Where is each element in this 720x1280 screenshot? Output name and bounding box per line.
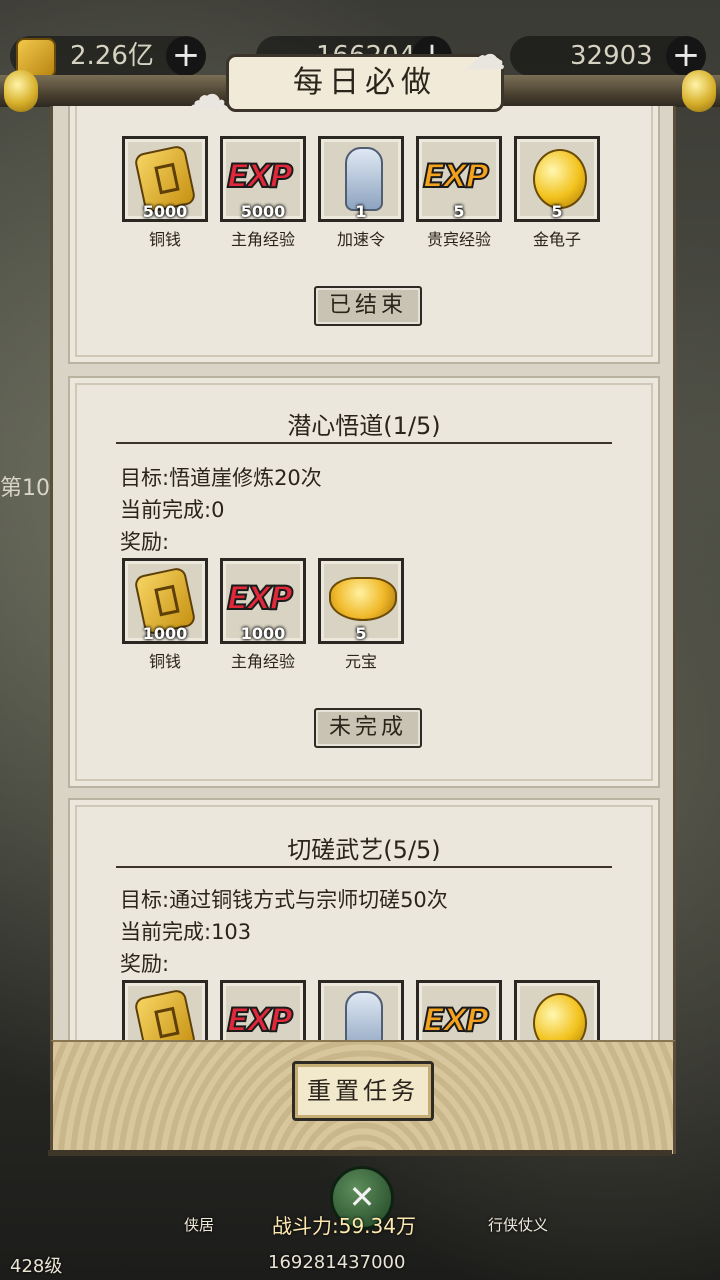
- reward-qty: 5000: [142, 202, 188, 221]
- task-card-2: 潜心悟道(1/5) 目标:悟道崖修炼20次 当前完成:0 奖励: 1000 铜钱…: [68, 376, 660, 788]
- chivalry-label[interactable]: 行侠仗义: [488, 1214, 548, 1235]
- reward-item[interactable]: 1 加速令: [318, 136, 404, 250]
- task-target: 目标:通过铜钱方式与宗师切磋50次: [120, 888, 448, 912]
- reward-name: 铜钱: [148, 652, 181, 671]
- task-title: 切磋武艺(5/5): [287, 836, 441, 864]
- reward-qty: 5: [355, 624, 367, 643]
- player-level: 428级: [10, 1256, 63, 1277]
- cloud-ornament-left: ☁: [186, 70, 228, 119]
- copper-resource: 2.26亿 +: [10, 36, 206, 78]
- panel-footer: 重置任务: [50, 1040, 676, 1154]
- exp-red-icon: EXP: [226, 156, 294, 196]
- exp-gold-icon: EXP: [422, 1000, 490, 1040]
- reward-item[interactable]: 5000 铜钱: [122, 136, 208, 250]
- home-label[interactable]: 侠居: [184, 1214, 214, 1235]
- ingot-amount: 32903: [570, 41, 653, 71]
- reward-qty: 5: [453, 202, 465, 221]
- reward-name: 金龟子: [532, 230, 581, 249]
- task-progress: 当前完成:103: [120, 920, 252, 944]
- golden-beetle-icon: [533, 149, 587, 209]
- reward-name: 主角经验: [230, 652, 295, 671]
- side-text: 第10: [0, 476, 50, 501]
- reward-label: 奖励:: [120, 530, 170, 554]
- reward-item[interactable]: 1000 铜钱: [122, 558, 208, 672]
- task-1-status-button[interactable]: 已结束: [314, 286, 422, 326]
- reward-qty: 1: [355, 202, 367, 221]
- ingot-icon: [329, 577, 397, 621]
- title-divider: [116, 442, 612, 444]
- reward-qty: 5: [551, 202, 563, 221]
- reward-qty: 5000: [240, 202, 286, 221]
- reward-item[interactable]: EXP 5000 主角经验: [220, 136, 306, 250]
- reward-name: 加速令: [336, 230, 385, 249]
- task-card-1: 5000 铜钱 EXP 5000 主角经验 1 加速令 EXP 5 贵宾经验 5…: [68, 106, 660, 364]
- exp-red-icon: EXP: [226, 1000, 294, 1040]
- title-divider: [116, 866, 612, 868]
- cloud-ornament-right: ☁: [464, 30, 506, 79]
- task-progress: 当前完成:0: [120, 498, 225, 522]
- combat-power: 战斗力:59.34万: [272, 1214, 416, 1238]
- exp-red-icon: EXP: [226, 578, 294, 618]
- reward-item[interactable]: EXP 1000 主角经验: [220, 558, 306, 672]
- reset-tasks-button[interactable]: 重置任务: [292, 1061, 434, 1121]
- reward-name: 元宝: [344, 652, 377, 671]
- reward-qty: 1000: [240, 624, 286, 643]
- reward-item[interactable]: 5 元宝: [318, 558, 404, 672]
- reward-qty: 1000: [142, 624, 188, 643]
- task-title: 潜心悟道(1/5): [287, 412, 441, 440]
- reward-name: 贵宾经验: [426, 230, 491, 249]
- score-value: 169281437000: [268, 1252, 406, 1273]
- task-2-status-button[interactable]: 未完成: [314, 708, 422, 748]
- rod-cap-left: [4, 70, 38, 112]
- exp-gold-icon: EXP: [422, 156, 490, 196]
- window-title: 每日必做: [226, 54, 504, 112]
- reward-name: 铜钱: [148, 230, 181, 249]
- task-target: 目标:悟道崖修炼20次: [120, 466, 322, 490]
- reward-item[interactable]: 5 金龟子: [514, 136, 600, 250]
- daily-tasks-panel[interactable]: 5000 铜钱 EXP 5000 主角经验 1 加速令 EXP 5 贵宾经验 5…: [50, 106, 676, 1152]
- bottom-hud: 侠居 ✕ 战斗力:59.34万 行侠仗义 428级 169281437000: [0, 1156, 720, 1280]
- reward-name: 主角经验: [230, 230, 295, 249]
- rod-cap-right: [682, 70, 716, 112]
- copper-amount: 2.26亿: [70, 41, 154, 71]
- reward-label: 奖励:: [120, 952, 170, 976]
- reward-item[interactable]: EXP 5 贵宾经验: [416, 136, 502, 250]
- ingot-resource: 32903 +: [510, 36, 706, 76]
